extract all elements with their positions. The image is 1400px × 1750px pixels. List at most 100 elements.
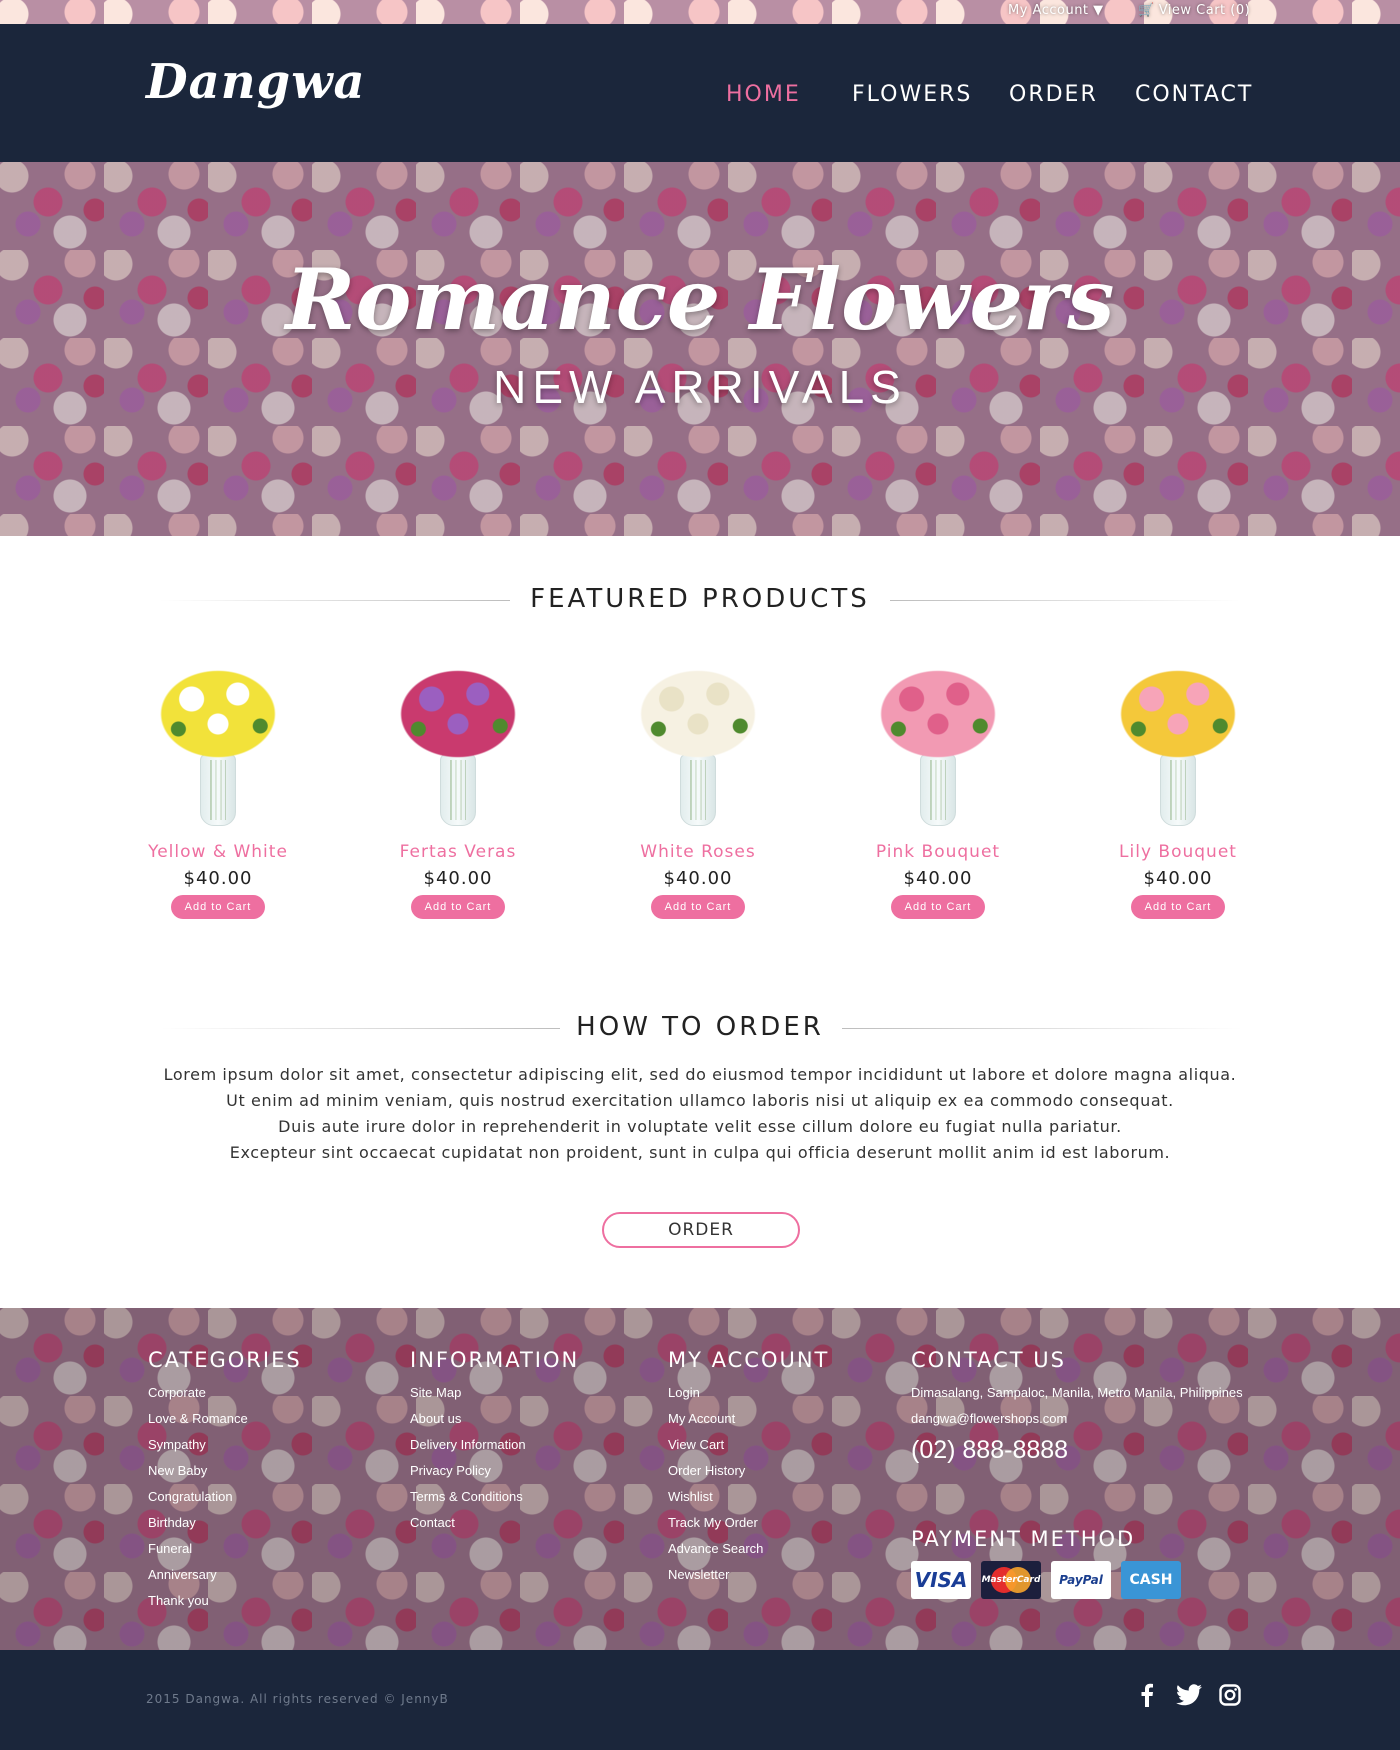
add-to-cart-button[interactable]: Add to Cart: [1131, 895, 1225, 919]
footer-link-view-cart[interactable]: View Cart: [668, 1432, 829, 1458]
bouquet-image[interactable]: [388, 664, 528, 834]
divider-right: [842, 1028, 1242, 1029]
paypal-icon: PayPal: [1051, 1561, 1111, 1599]
footer-link-track-my-order[interactable]: Track My Order: [668, 1510, 829, 1536]
how-to-order-title: HOW TO ORDER: [576, 1012, 824, 1042]
bouquet-vase: [440, 754, 476, 826]
product-card[interactable]: White Roses $40.00 Add to Cart: [613, 664, 783, 919]
nav-home[interactable]: HOME: [726, 82, 801, 107]
footer-link-order-history[interactable]: Order History: [668, 1458, 829, 1484]
footer-link-advance-search[interactable]: Advance Search: [668, 1536, 829, 1562]
footer-link-funeral[interactable]: Funeral: [148, 1536, 302, 1562]
payment-cards: VISA MasterCard PayPal CASH: [911, 1561, 1243, 1599]
footer-link-my-account[interactable]: My Account: [668, 1406, 829, 1432]
paypal-label: PayPal: [1059, 1573, 1103, 1587]
footer-categories-title: CATEGORIES: [148, 1348, 302, 1372]
mastercard-icon: MasterCard: [981, 1561, 1041, 1599]
order-text-line: Excepteur sint occaecat cupidatat non pr…: [229, 1143, 1171, 1162]
nav-contact[interactable]: CONTACT: [1135, 82, 1253, 107]
product-name[interactable]: Yellow & White: [133, 842, 303, 862]
footer-contact: CONTACT US Dimasalang, Sampaloc, Manila,…: [911, 1348, 1243, 1599]
facebook-icon[interactable]: [1132, 1680, 1162, 1710]
my-account-link[interactable]: My Account ▼: [1008, 3, 1104, 18]
footer-link-site-map[interactable]: Site Map: [410, 1380, 579, 1406]
footer-link-birthday[interactable]: Birthday: [148, 1510, 302, 1536]
bouquet-blooms: [1112, 664, 1244, 764]
add-to-cart-button[interactable]: Add to Cart: [651, 895, 745, 919]
instagram-icon[interactable]: [1215, 1680, 1245, 1710]
footer-link-love-romance[interactable]: Love & Romance: [148, 1406, 302, 1432]
footer-information: INFORMATION Site Map About us Delivery I…: [410, 1348, 579, 1536]
product-price: $40.00: [1143, 868, 1213, 889]
bottom-bar: 2015 Dangwa. All rights reserved © Jenny…: [0, 1650, 1400, 1750]
footer-categories: CATEGORIES Corporate Love & Romance Symp…: [148, 1348, 302, 1614]
hero-banner: Romance Flowers NEW ARRIVALS: [0, 162, 1400, 536]
bouquet-vase: [1160, 754, 1196, 826]
cash-label: CASH: [1129, 1572, 1173, 1588]
order-text-line: Lorem ipsum dolor sit amet, consectetur …: [163, 1065, 1237, 1084]
cash-icon: CASH: [1121, 1561, 1181, 1599]
bouquet-image[interactable]: [628, 664, 768, 834]
product-card[interactable]: Lily Bouquet $40.00 Add to Cart: [1093, 664, 1263, 919]
footer-link-privacy-policy[interactable]: Privacy Policy: [410, 1458, 579, 1484]
footer-link-delivery-information[interactable]: Delivery Information: [410, 1432, 579, 1458]
footer-link-login[interactable]: Login: [668, 1380, 829, 1406]
bouquet-blooms: [392, 664, 524, 764]
bouquet-vase: [680, 754, 716, 826]
cart-icon: 🛒: [1138, 3, 1155, 18]
product-name[interactable]: White Roses: [613, 842, 783, 862]
footer-link-terms-conditions[interactable]: Terms & Conditions: [410, 1484, 579, 1510]
order-text-line: Duis aute irure dolor in reprehenderit i…: [278, 1117, 1122, 1136]
visa-card-icon: VISA: [911, 1561, 971, 1599]
bouquet-image[interactable]: [1108, 664, 1248, 834]
site-footer: CATEGORIES Corporate Love & Romance Symp…: [0, 1308, 1400, 1650]
product-price: $40.00: [423, 868, 493, 889]
footer-link-sympathy[interactable]: Sympathy: [148, 1432, 302, 1458]
bouquet-image[interactable]: [868, 664, 1008, 834]
footer-link-wishlist[interactable]: Wishlist: [668, 1484, 829, 1510]
footer-link-about-us[interactable]: About us: [410, 1406, 579, 1432]
footer-link-newsletter[interactable]: Newsletter: [668, 1562, 829, 1588]
product-card[interactable]: Pink Bouquet $40.00 Add to Cart: [853, 664, 1023, 919]
product-card[interactable]: Yellow & White $40.00 Add to Cart: [133, 664, 303, 919]
product-price: $40.00: [183, 868, 253, 889]
product-card[interactable]: Fertas Veras $40.00 Add to Cart: [373, 664, 543, 919]
view-cart-label: View Cart (0): [1158, 3, 1251, 18]
order-text-line: Ut enim ad minim veniam, quis nostrud ex…: [226, 1091, 1174, 1110]
product-name[interactable]: Pink Bouquet: [853, 842, 1023, 862]
product-price: $40.00: [663, 868, 733, 889]
visa-card-label: VISA: [914, 1568, 968, 1592]
footer-link-thank-you[interactable]: Thank you: [148, 1588, 302, 1614]
bouquet-blooms: [152, 664, 284, 764]
twitter-icon[interactable]: [1174, 1680, 1204, 1710]
add-to-cart-button[interactable]: Add to Cart: [411, 895, 505, 919]
order-button[interactable]: ORDER: [602, 1212, 800, 1248]
footer-link-anniversary[interactable]: Anniversary: [148, 1562, 302, 1588]
add-to-cart-button[interactable]: Add to Cart: [891, 895, 985, 919]
footer-information-title: INFORMATION: [410, 1348, 580, 1372]
divider-right: [890, 600, 1240, 601]
footer-link-corporate[interactable]: Corporate: [148, 1380, 302, 1406]
product-name[interactable]: Lily Bouquet: [1093, 842, 1263, 862]
product-price: $40.00: [903, 868, 973, 889]
site-logo[interactable]: Dangwa: [146, 54, 366, 110]
view-cart-link[interactable]: 🛒 View Cart (0): [1138, 3, 1250, 18]
bouquet-vase: [200, 754, 236, 826]
nav-flowers[interactable]: FLOWERS: [852, 82, 972, 107]
footer-link-new-baby[interactable]: New Baby: [148, 1458, 302, 1484]
add-to-cart-button[interactable]: Add to Cart: [171, 895, 265, 919]
featured-title: FEATURED PRODUCTS: [530, 584, 870, 614]
bouquet-image[interactable]: [148, 664, 288, 834]
site-header: Dangwa HOME FLOWERS ORDER CONTACT: [0, 24, 1400, 162]
footer-link-congratulation[interactable]: Congratulation: [148, 1484, 302, 1510]
footer-link-contact[interactable]: Contact: [410, 1510, 579, 1536]
contact-phone: (02) 888-8888: [911, 1436, 1069, 1464]
payment-method-title: PAYMENT METHOD: [911, 1527, 1136, 1551]
nav-order[interactable]: ORDER: [1009, 82, 1098, 107]
top-utility-bar: My Account ▼ 🛒 View Cart (0): [0, 0, 1400, 24]
product-name[interactable]: Fertas Veras: [373, 842, 543, 862]
hero-subtitle: NEW ARRIVALS: [493, 361, 907, 413]
mastercard-label: MasterCard: [981, 1575, 1041, 1585]
contact-email[interactable]: dangwa@flowershops.com: [911, 1406, 1243, 1432]
bouquet-blooms: [872, 664, 1004, 764]
